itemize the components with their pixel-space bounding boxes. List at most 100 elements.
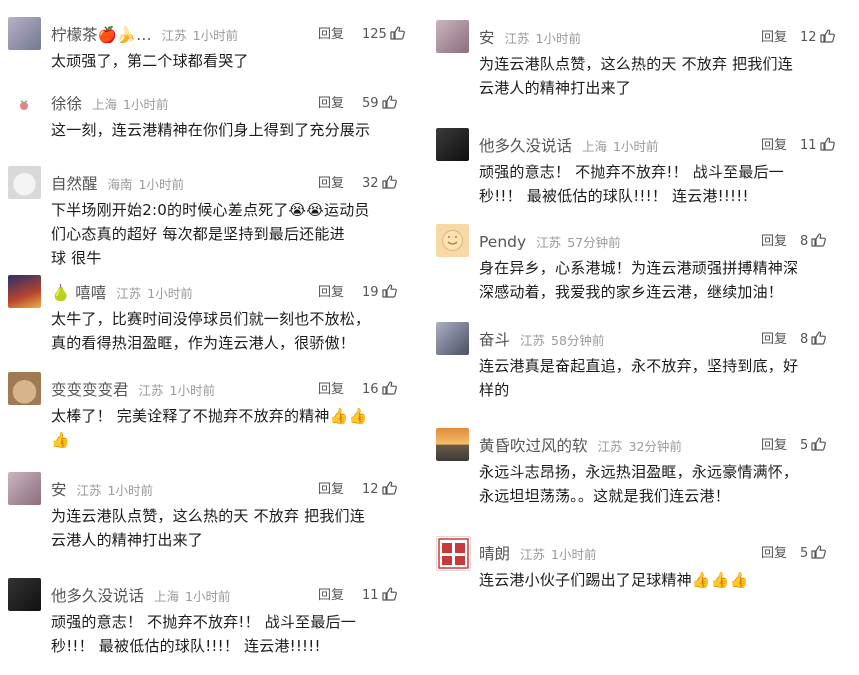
reply-button[interactable]: 回复 xyxy=(318,23,344,47)
comment-text: 为连云港队点赞，这么热的天 不放弃 把我们连 云港人的精神打出来了 xyxy=(51,504,396,552)
thumbs-up-icon[interactable] xyxy=(381,284,397,298)
comment-text-line: 身在异乡，心系港城！为连云港顽强拼搏精神深 xyxy=(479,259,799,277)
comment-text: 身在异乡，心系港城！为连云港顽强拼搏精神深 深感动着，我爱我的家乡连云港，继续加油… xyxy=(479,256,834,304)
avatar[interactable] xyxy=(8,17,41,50)
reply-button[interactable]: 回复 xyxy=(318,92,344,116)
comment-location: 江苏 xyxy=(597,439,623,454)
comment-text-line: 连云港小伙子们踢出了足球精神👍👍👍 xyxy=(479,571,749,589)
like-button[interactable]: 11 xyxy=(800,134,835,158)
username[interactable]: 徐徐 xyxy=(51,95,82,113)
like-button[interactable]: 16 xyxy=(362,378,397,402)
reply-button[interactable]: 回复 xyxy=(761,328,787,352)
thumbs-up-icon[interactable] xyxy=(819,29,835,43)
comment-text-line: 真的看得热泪盈眶，作为连云港人，很骄傲！ xyxy=(51,334,356,352)
comment-text: 太顽强了，第二个球都看哭了 xyxy=(51,49,411,73)
avatar[interactable] xyxy=(436,20,469,53)
username[interactable]: 黄昏吹过风的软 xyxy=(479,437,588,455)
like-count: 32 xyxy=(362,176,379,191)
avatar[interactable] xyxy=(8,372,41,405)
thumbs-up-icon[interactable] xyxy=(811,437,827,451)
username[interactable]: 🍐 嘻嘻 xyxy=(51,284,106,302)
reply-button[interactable]: 回复 xyxy=(318,172,344,196)
comment-time: 1小时前 xyxy=(535,31,581,46)
comment-time: 1小时前 xyxy=(551,547,597,562)
username[interactable]: 他多久没说话 xyxy=(51,587,144,605)
thumbs-up-icon[interactable] xyxy=(381,381,397,395)
avatar[interactable] xyxy=(8,166,41,199)
thumbs-up-icon[interactable] xyxy=(811,545,827,559)
thumbs-up-icon[interactable] xyxy=(381,175,397,189)
username[interactable]: 变变变变君 xyxy=(51,381,129,399)
comment-time: 32分钟前 xyxy=(628,439,682,454)
avatar[interactable] xyxy=(8,86,41,119)
like-count: 8 xyxy=(800,234,809,249)
reply-button[interactable]: 回复 xyxy=(318,478,344,502)
comment-text-line: 下半场刚开始2:0的时候心差点死了😭😭运动员 xyxy=(51,201,370,219)
thumbs-up-icon[interactable] xyxy=(819,137,835,151)
like-count: 5 xyxy=(800,438,809,453)
username[interactable]: 自然醒 xyxy=(51,175,98,193)
like-button[interactable]: 8 xyxy=(800,230,827,254)
like-button[interactable]: 12 xyxy=(800,26,835,50)
avatar[interactable] xyxy=(8,275,41,308)
reply-button[interactable]: 回复 xyxy=(318,378,344,402)
reply-button[interactable]: 回复 xyxy=(761,434,787,458)
comment-text: 顽强的意志！ 不抛弃不放弃!！ 战斗至最后一 秒!!！ 最被低估的球队!!!！ 连… xyxy=(51,610,381,658)
username[interactable]: 柠檬茶🍎🍌… xyxy=(51,26,152,44)
thumbs-up-icon[interactable] xyxy=(390,26,405,40)
like-button[interactable]: 12 xyxy=(362,478,397,502)
like-button[interactable]: 19 xyxy=(362,281,397,305)
reply-button[interactable]: 回复 xyxy=(761,26,787,50)
avatar[interactable] xyxy=(8,472,41,505)
like-button[interactable]: 5 xyxy=(800,434,827,458)
like-button[interactable]: 32 xyxy=(362,172,397,196)
avatar[interactable] xyxy=(436,128,469,161)
thumbs-up-icon[interactable] xyxy=(811,233,827,247)
like-count: 59 xyxy=(362,96,379,111)
comment-text-line: 球 很牛 xyxy=(51,249,102,267)
like-button[interactable]: 5 xyxy=(800,542,827,566)
comment-text-line: 样的 xyxy=(479,381,510,399)
like-count: 125 xyxy=(362,27,387,42)
comment-text: 下半场刚开始2:0的时候心差点死了😭😭运动员 们心态真的超好 每次都是坚持到最后还… xyxy=(51,198,396,270)
comment-location: 江苏 xyxy=(504,31,530,46)
comment-text-line: 顽强的意志！ 不抛弃不放弃!！ 战斗至最后一 xyxy=(479,163,784,181)
avatar[interactable] xyxy=(436,224,469,257)
comment-text-line: 这一刻，连云港精神在你们身上得到了充分展示 xyxy=(51,121,371,139)
username[interactable]: 晴朗 xyxy=(479,545,510,563)
username[interactable]: Pendy xyxy=(479,233,526,251)
like-button[interactable]: 11 xyxy=(362,584,397,608)
like-button[interactable]: 8 xyxy=(800,328,827,352)
username[interactable]: 奋斗 xyxy=(479,331,510,349)
thumbs-up-icon[interactable] xyxy=(811,331,827,345)
username[interactable]: 他多久没说话 xyxy=(479,137,572,155)
username[interactable]: 安 xyxy=(479,29,495,47)
reply-button[interactable]: 回复 xyxy=(761,230,787,254)
comment-text-line: 为连云港队点赞，这么热的天 不放弃 把我们连 xyxy=(479,55,793,73)
comment-time: 1小时前 xyxy=(192,28,239,43)
comment-text-line: 连云港真是奋起直追，永不放弃，坚持到底，好 xyxy=(479,357,799,375)
avatar[interactable] xyxy=(436,536,471,571)
comment-text: 太牛了，比赛时间没停球员们就一刻也不放松， 真的看得热泪盈眶，作为连云港人，很骄傲… xyxy=(51,307,396,355)
avatar[interactable] xyxy=(436,322,469,355)
avatar[interactable] xyxy=(8,578,41,611)
comment-time: 58分钟前 xyxy=(551,333,605,348)
thumbs-up-icon[interactable] xyxy=(381,587,397,601)
comment-location: 江苏 xyxy=(536,235,562,250)
avatar[interactable] xyxy=(436,428,469,461)
reply-button[interactable]: 回复 xyxy=(318,281,344,305)
reply-button[interactable]: 回复 xyxy=(761,134,787,158)
thumbs-up-icon[interactable] xyxy=(381,95,397,109)
comment-time: 1小时前 xyxy=(185,589,231,604)
thumbs-up-icon[interactable] xyxy=(381,481,397,495)
like-button[interactable]: 59 xyxy=(362,92,397,116)
username[interactable]: 安 xyxy=(51,481,67,499)
like-button[interactable]: 125 xyxy=(362,23,405,47)
reply-button[interactable]: 回复 xyxy=(761,542,787,566)
comment-time: 1小时前 xyxy=(138,177,184,192)
comment-text-line: 们心态真的超好 每次都是坚持到最后还能进 xyxy=(51,225,345,243)
comment-text-line: 太顽强了，第二个球都看哭了 xyxy=(51,52,249,70)
reply-button[interactable]: 回复 xyxy=(318,584,344,608)
seal-stamp-icon xyxy=(438,538,469,569)
like-count: 5 xyxy=(800,546,809,561)
